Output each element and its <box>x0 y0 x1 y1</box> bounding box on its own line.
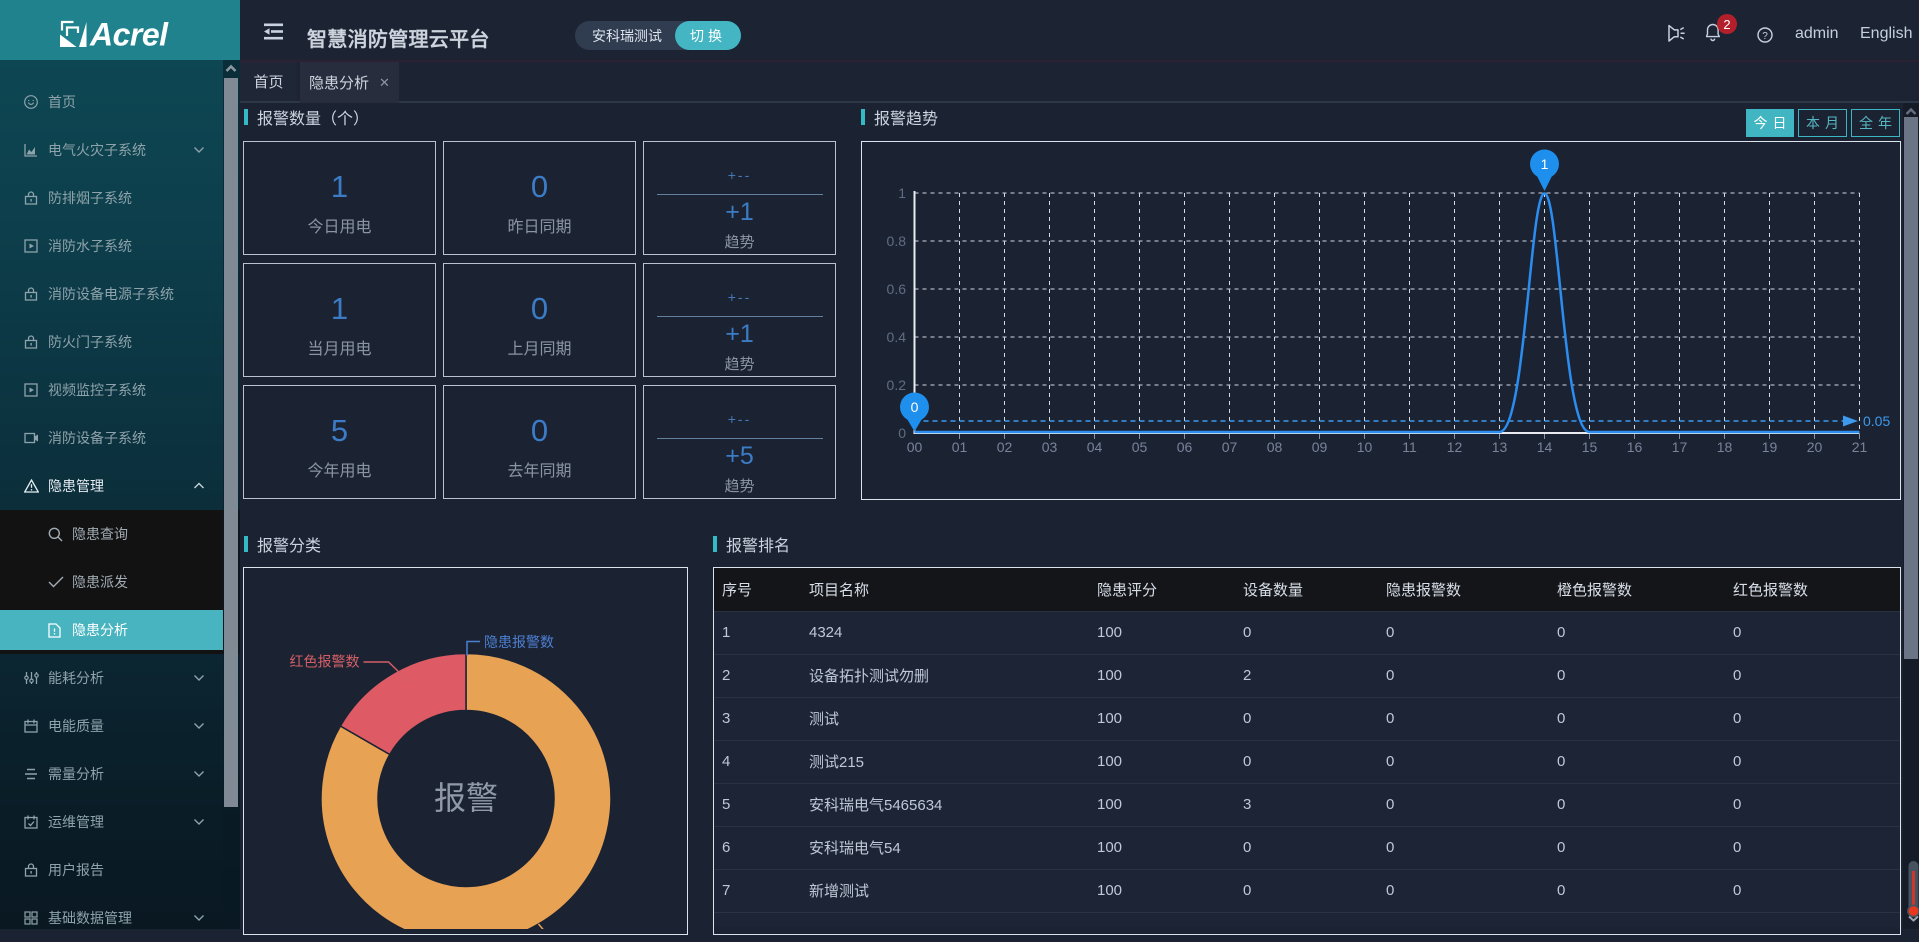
svg-text:10: 10 <box>1357 439 1373 455</box>
svg-text:21: 21 <box>1852 439 1868 455</box>
svg-text:12: 12 <box>1447 439 1463 455</box>
svg-text:11: 11 <box>1402 439 1417 455</box>
svg-text:17: 17 <box>1672 439 1688 455</box>
svg-text:20: 20 <box>1807 439 1823 455</box>
svg-text:0.05: 0.05 <box>1863 413 1890 429</box>
svg-text:00: 00 <box>907 439 923 455</box>
svg-text:隐患报警数: 隐患报警数 <box>484 634 554 650</box>
svg-text:18: 18 <box>1717 439 1733 455</box>
svg-text:0.2: 0.2 <box>887 377 907 393</box>
svg-text:05: 05 <box>1132 439 1148 455</box>
svg-text:0.6: 0.6 <box>887 281 907 297</box>
svg-text:0: 0 <box>911 399 919 415</box>
svg-text:16: 16 <box>1627 439 1643 455</box>
svg-text:03: 03 <box>1042 439 1058 455</box>
svg-text:08: 08 <box>1267 439 1283 455</box>
svg-text:1: 1 <box>1541 156 1549 172</box>
svg-text:04: 04 <box>1087 439 1103 455</box>
svg-text:09: 09 <box>1312 439 1328 455</box>
svg-text:红色报警数: 红色报警数 <box>290 654 360 670</box>
svg-text:Acrel: Acrel <box>89 17 169 53</box>
svg-text:1: 1 <box>898 185 906 201</box>
svg-text:0.4: 0.4 <box>887 329 907 345</box>
svg-text:19: 19 <box>1762 439 1778 455</box>
svg-text:报警: 报警 <box>434 780 498 816</box>
svg-text:?: ? <box>1762 31 1768 42</box>
svg-text:01: 01 <box>952 439 968 455</box>
svg-text:13: 13 <box>1492 439 1508 455</box>
svg-text:02: 02 <box>997 439 1013 455</box>
svg-text:15: 15 <box>1582 439 1598 455</box>
svg-text:0.8: 0.8 <box>887 233 907 249</box>
svg-text:14: 14 <box>1537 439 1553 455</box>
svg-text:0: 0 <box>898 425 906 441</box>
svg-text:06: 06 <box>1177 439 1193 455</box>
svg-text:07: 07 <box>1222 439 1238 455</box>
